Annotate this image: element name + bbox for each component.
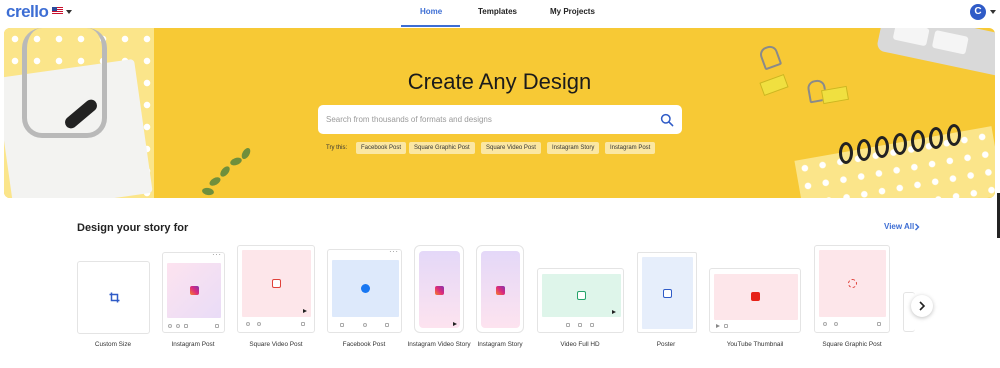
share-icon: [184, 324, 188, 328]
heart-icon: [823, 322, 827, 326]
template-card-youtube-thumbnail[interactable]: [709, 268, 801, 333]
suggestion-chip[interactable]: Instagram Post: [605, 142, 656, 154]
template-card-instagram-story[interactable]: [476, 245, 524, 333]
play-icon: [303, 309, 307, 313]
poster-icon: [663, 289, 672, 298]
card-label: Poster: [656, 341, 676, 348]
binder-clip-decoration: [757, 43, 783, 71]
template-card-square-video-post[interactable]: [237, 245, 315, 333]
template-card-square-graphic-post[interactable]: [814, 245, 890, 333]
youtube-icon: [751, 292, 760, 301]
rewind-icon: [566, 323, 570, 327]
play-icon: [453, 322, 457, 326]
suggestion-chip[interactable]: Facebook Post: [356, 142, 407, 154]
leaf-decoration: [229, 156, 243, 167]
forward-icon: [590, 323, 594, 327]
carousel-next-button[interactable]: [911, 295, 933, 317]
comment-icon: [176, 324, 180, 328]
view-all-link[interactable]: View All: [884, 222, 914, 231]
bookmark-icon: [215, 324, 219, 328]
search-box: [318, 105, 682, 134]
leaf-decoration: [208, 175, 222, 188]
card-label: Square Video Post: [249, 341, 303, 348]
crello-logo[interactable]: crello: [6, 2, 49, 22]
template-card-instagram-post[interactable]: ···: [162, 250, 225, 333]
card-label: Instagram Post: [171, 341, 215, 348]
card-label: Square Graphic Post: [822, 341, 882, 348]
share-icon: [385, 323, 389, 327]
template-card-custom-size[interactable]: [77, 261, 150, 334]
heart-icon: [246, 322, 250, 326]
pause-icon: [724, 324, 728, 328]
template-card-instagram-video-story[interactable]: [414, 245, 464, 333]
instagram-icon: [496, 286, 505, 295]
youtube-icon: [272, 279, 281, 288]
leaf-decoration: [218, 164, 232, 179]
template-card-poster[interactable]: [637, 252, 697, 333]
card-label: Custom Size: [94, 341, 132, 348]
template-card-video-full-hd[interactable]: [537, 268, 624, 333]
tab-my-projects[interactable]: My Projects: [550, 7, 595, 16]
leaf-decoration: [201, 187, 215, 196]
suggestion-chip[interactable]: Square Video Post: [481, 142, 541, 154]
facebook-icon: [361, 284, 370, 293]
card-label: Instagram Story: [477, 341, 523, 348]
like-icon: [340, 323, 344, 327]
active-tab-indicator: [401, 25, 460, 27]
play-icon: [716, 324, 720, 328]
chevron-right-icon[interactable]: [913, 223, 921, 231]
account-chevron-down-icon[interactable]: [990, 10, 996, 14]
suggestion-chip[interactable]: Instagram Story: [547, 142, 600, 154]
heart-icon: [168, 324, 172, 328]
card-label: YouTube Thumbnail: [726, 341, 784, 348]
instagram-icon: [435, 286, 444, 295]
locale-chevron-down-icon[interactable]: [66, 10, 72, 14]
tab-templates[interactable]: Templates: [478, 7, 517, 16]
instagram-icon: [190, 286, 199, 295]
comment-icon: [834, 322, 838, 326]
template-card-facebook-post[interactable]: ···: [327, 247, 402, 333]
search-input[interactable]: [326, 105, 646, 134]
top-nav: crello Home Templates My Projects C: [0, 0, 1000, 27]
graphic-icon: [848, 279, 857, 288]
share-icon: [301, 322, 305, 326]
notebook-rings-decoration: [839, 124, 989, 176]
try-this-label: Try this:: [326, 145, 348, 151]
user-avatar[interactable]: C: [970, 4, 986, 20]
play-icon: [612, 310, 616, 314]
hero-title: Create Any Design: [407, 69, 592, 94]
crop-icon: [109, 292, 120, 303]
share-icon: [877, 322, 881, 326]
play-icon: [577, 291, 586, 300]
comment-icon: [257, 322, 261, 326]
pause-icon: [578, 323, 582, 327]
comment-icon: [363, 323, 367, 327]
section-title: Design your story for: [77, 222, 189, 234]
search-icon[interactable]: [660, 113, 674, 127]
hero-banner: Create Any Design Try this: Facebook Pos…: [4, 28, 995, 198]
chevron-right-icon: [919, 301, 926, 311]
suggestion-chip[interactable]: Square Graphic Post: [409, 142, 475, 154]
us-flag-icon[interactable]: [52, 7, 63, 15]
tab-home[interactable]: Home: [420, 7, 442, 16]
leaf-decoration: [239, 146, 253, 161]
card-label: Video Full HD: [560, 341, 600, 348]
